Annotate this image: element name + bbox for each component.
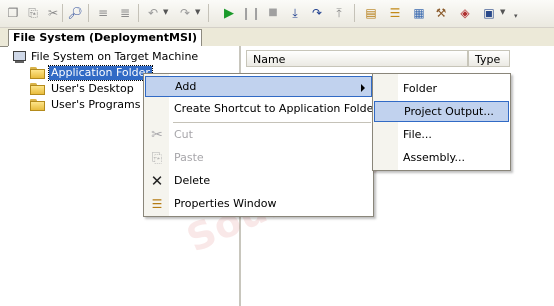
menu-item-label: File... (403, 128, 432, 141)
redo-icon[interactable]: ↷ (176, 4, 194, 22)
menu-item-label: Cut (174, 128, 193, 141)
tree-item-label: Application Folder (48, 65, 153, 81)
delete-x-icon: ✕ (150, 172, 164, 190)
toolbar-overflow-icon[interactable]: ▾ (514, 12, 518, 20)
submenu-item-project-output[interactable]: Project Output... (374, 101, 509, 122)
command-window-icon[interactable]: ▣ (480, 4, 498, 22)
pause-icon[interactable]: ❙❙ (241, 4, 261, 22)
find-icon[interactable]: 🔎︎ (66, 4, 84, 22)
step-out-icon[interactable]: ⤒ (330, 4, 348, 22)
folder-icon (30, 99, 46, 111)
tree-root[interactable]: File System on Target Machine (12, 49, 200, 65)
outdent-icon[interactable]: ≣ (116, 4, 134, 22)
context-menu: Add Create Shortcut to Application Folde… (143, 73, 378, 217)
tree-root-label: File System on Target Machine (31, 50, 199, 63)
menu-item-paste[interactable]: ⎘ Paste (145, 147, 372, 168)
scissors-icon: ✂ (151, 127, 163, 143)
menu-item-label: Add (175, 80, 197, 93)
menu-item-properties-window[interactable]: ☰ Properties Window (145, 193, 372, 214)
menu-item-label: Assembly... (403, 151, 465, 164)
step-over-icon[interactable]: ↷ (308, 4, 326, 22)
submenu-arrow-icon (361, 84, 365, 92)
add-submenu: Folder Project Output... File... Assembl… (372, 73, 511, 171)
menu-separator (173, 122, 371, 123)
column-header-name[interactable]: Name (246, 50, 468, 67)
undo-dropdown-icon[interactable]: ▼ (163, 8, 168, 16)
solution-explorer-icon[interactable]: ▤ (362, 4, 380, 22)
toolbar-separator (138, 4, 139, 22)
menu-item-label: Properties Window (174, 197, 277, 210)
menu-item-label: Create Shortcut to Application Folder (174, 102, 378, 115)
submenu-item-assembly[interactable]: Assembly... (374, 147, 509, 168)
menu-item-create-shortcut[interactable]: Create Shortcut to Application Folder (145, 98, 378, 119)
tab-file-system[interactable]: File System (DeploymentMSI) (8, 29, 202, 47)
submenu-item-folder[interactable]: Folder (374, 78, 509, 99)
properties-icon: ☰ (151, 197, 163, 211)
toolbar-separator (88, 4, 89, 22)
folder-icon (30, 67, 46, 79)
cut-icon[interactable]: ✂ (44, 4, 62, 22)
redo-dropdown-icon[interactable]: ▼ (195, 8, 200, 16)
step-into-icon[interactable]: ⤓ (286, 4, 304, 22)
menu-item-delete[interactable]: ✕ Delete (145, 170, 372, 191)
command-dropdown-icon[interactable]: ▼ (500, 8, 505, 16)
menu-item-cut[interactable]: ✂ Cut (145, 124, 372, 145)
toolbar-separator (62, 4, 63, 22)
indent-icon[interactable]: ≡ (94, 4, 112, 22)
class-view-icon[interactable]: ◈ (456, 4, 474, 22)
menu-item-add[interactable]: Add (145, 76, 372, 97)
toolbar-separator (354, 4, 355, 22)
paste-icon[interactable]: ⎘ (24, 4, 42, 22)
column-header-type[interactable]: Type (468, 50, 510, 67)
undo-icon[interactable]: ↶ (144, 4, 162, 22)
start-icon[interactable]: ▶ (220, 4, 238, 22)
toolbox-icon[interactable]: ⚒ (432, 4, 450, 22)
stop-icon[interactable]: ■ (264, 4, 282, 22)
tree-item-application-folder[interactable]: Application Folder (30, 65, 153, 81)
tree-item-users-desktop[interactable]: User's Desktop (30, 81, 136, 97)
object-browser-icon[interactable]: ▦ (410, 4, 428, 22)
submenu-item-file[interactable]: File... (374, 124, 509, 145)
menu-item-label: Delete (174, 174, 211, 187)
menu-item-label: Folder (403, 82, 437, 95)
properties-icon[interactable]: ☰ (386, 4, 404, 22)
menu-item-label: Paste (174, 151, 204, 164)
copy-icon[interactable]: ❐ (4, 4, 22, 22)
standard-toolbar: ❐ ⎘ ✂ 🔎︎ ≡ ≣ ↶ ▼ ↷ ▼ ▶ ❙❙ ■ ⤓ ↷ ⤒ ▤ ☰ ▦ … (0, 0, 554, 28)
document-tab-strip: File System (DeploymentMSI) (0, 28, 554, 47)
folder-icon (30, 83, 46, 95)
computer-icon (12, 51, 26, 63)
paste-icon: ⎘ (151, 150, 163, 166)
tree-item-label: User's Desktop (51, 82, 134, 95)
toolbar-separator (208, 4, 209, 22)
menu-item-label: Project Output... (404, 105, 494, 118)
